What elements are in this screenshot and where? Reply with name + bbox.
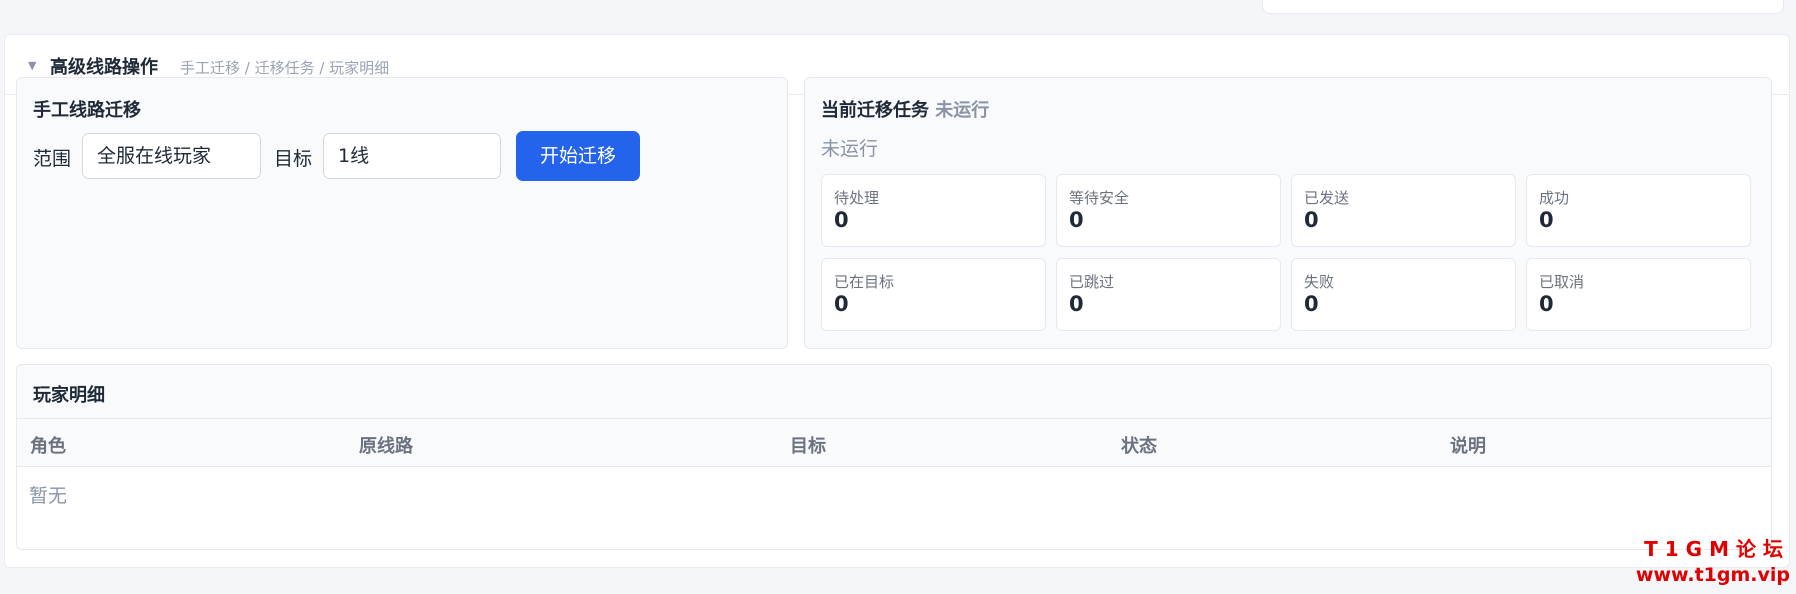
scope-label: 范围: [33, 148, 72, 170]
stat-value: 0: [1539, 292, 1554, 316]
stat-waiting-safe: 等待安全 0: [1056, 174, 1281, 247]
column-header-target[interactable]: 目标: [790, 432, 826, 458]
stat-value: 0: [1069, 292, 1084, 316]
panel-title: 高级线路操作: [50, 57, 158, 78]
stat-failed: 失败 0: [1291, 258, 1516, 331]
stat-already-on-target: 已在目标 0: [821, 258, 1046, 331]
table-header: 角色 原线路 目标 状态 说明: [17, 419, 1771, 467]
stat-label: 已发送: [1304, 189, 1350, 207]
watermark-line1: T1GM论坛: [1644, 537, 1790, 561]
stat-value: 0: [834, 292, 849, 316]
target-label: 目标: [274, 148, 313, 170]
stat-value: 0: [834, 208, 849, 232]
current-task-card: 当前迁移任务 未运行 未运行 待处理 0 等待安全 0 已发送 0 成功 0 已…: [804, 77, 1772, 349]
column-header-origin-line[interactable]: 原线路: [359, 432, 413, 458]
manual-migration-title: 手工线路迁移: [33, 100, 141, 121]
current-task-title: 当前迁移任务 未运行: [821, 96, 989, 122]
start-migration-button[interactable]: 开始迁移: [516, 131, 640, 181]
triangle-down-icon[interactable]: ▼: [28, 59, 36, 72]
table-empty-text: 暂无: [29, 485, 68, 507]
stat-value: 0: [1539, 208, 1554, 232]
stat-success: 成功 0: [1526, 174, 1751, 247]
stat-label: 已取消: [1539, 273, 1585, 291]
target-select[interactable]: 1线: [323, 133, 501, 179]
player-detail-header: 玩家明细: [17, 365, 1771, 419]
stat-skipped: 已跳过 0: [1056, 258, 1281, 331]
stat-value: 0: [1069, 208, 1084, 232]
player-detail-title: 玩家明细: [33, 385, 105, 406]
manual-migration-card: 手工线路迁移 范围 全服在线玩家 目标 1线 开始迁移: [16, 77, 788, 349]
player-detail-card: 玩家明细 角色 原线路 目标 状态 说明 暂无: [16, 364, 1772, 550]
scope-select[interactable]: 全服在线玩家: [82, 133, 261, 179]
stat-label: 已跳过: [1069, 273, 1115, 291]
stat-label: 已在目标: [834, 273, 895, 291]
stat-value: 0: [1304, 208, 1319, 232]
current-task-title-status: 未运行: [935, 100, 990, 121]
stat-value: 0: [1304, 292, 1319, 316]
watermark-line2: www.t1gm.vip: [1635, 564, 1790, 586]
panel-subtitle: 手工迁移 / 迁移任务 / 玩家明细: [180, 59, 390, 77]
column-header-status[interactable]: 状态: [1121, 432, 1157, 458]
stat-label: 成功: [1539, 189, 1570, 207]
task-status-text: 未运行: [821, 138, 879, 160]
stat-pending: 待处理 0: [821, 174, 1046, 247]
stat-label: 失败: [1304, 273, 1335, 291]
current-task-title-text: 当前迁移任务: [821, 100, 929, 121]
stat-label: 待处理: [834, 189, 880, 207]
column-header-role[interactable]: 角色: [30, 432, 66, 458]
watermark: T1GM论坛 www.t1gm.vip: [1636, 536, 1790, 588]
stat-label: 等待安全: [1069, 189, 1130, 207]
top-card-remnant: [1262, 0, 1784, 14]
column-header-note[interactable]: 说明: [1450, 432, 1486, 458]
stat-sent: 已发送 0: [1291, 174, 1516, 247]
stat-cancelled: 已取消 0: [1526, 258, 1751, 331]
